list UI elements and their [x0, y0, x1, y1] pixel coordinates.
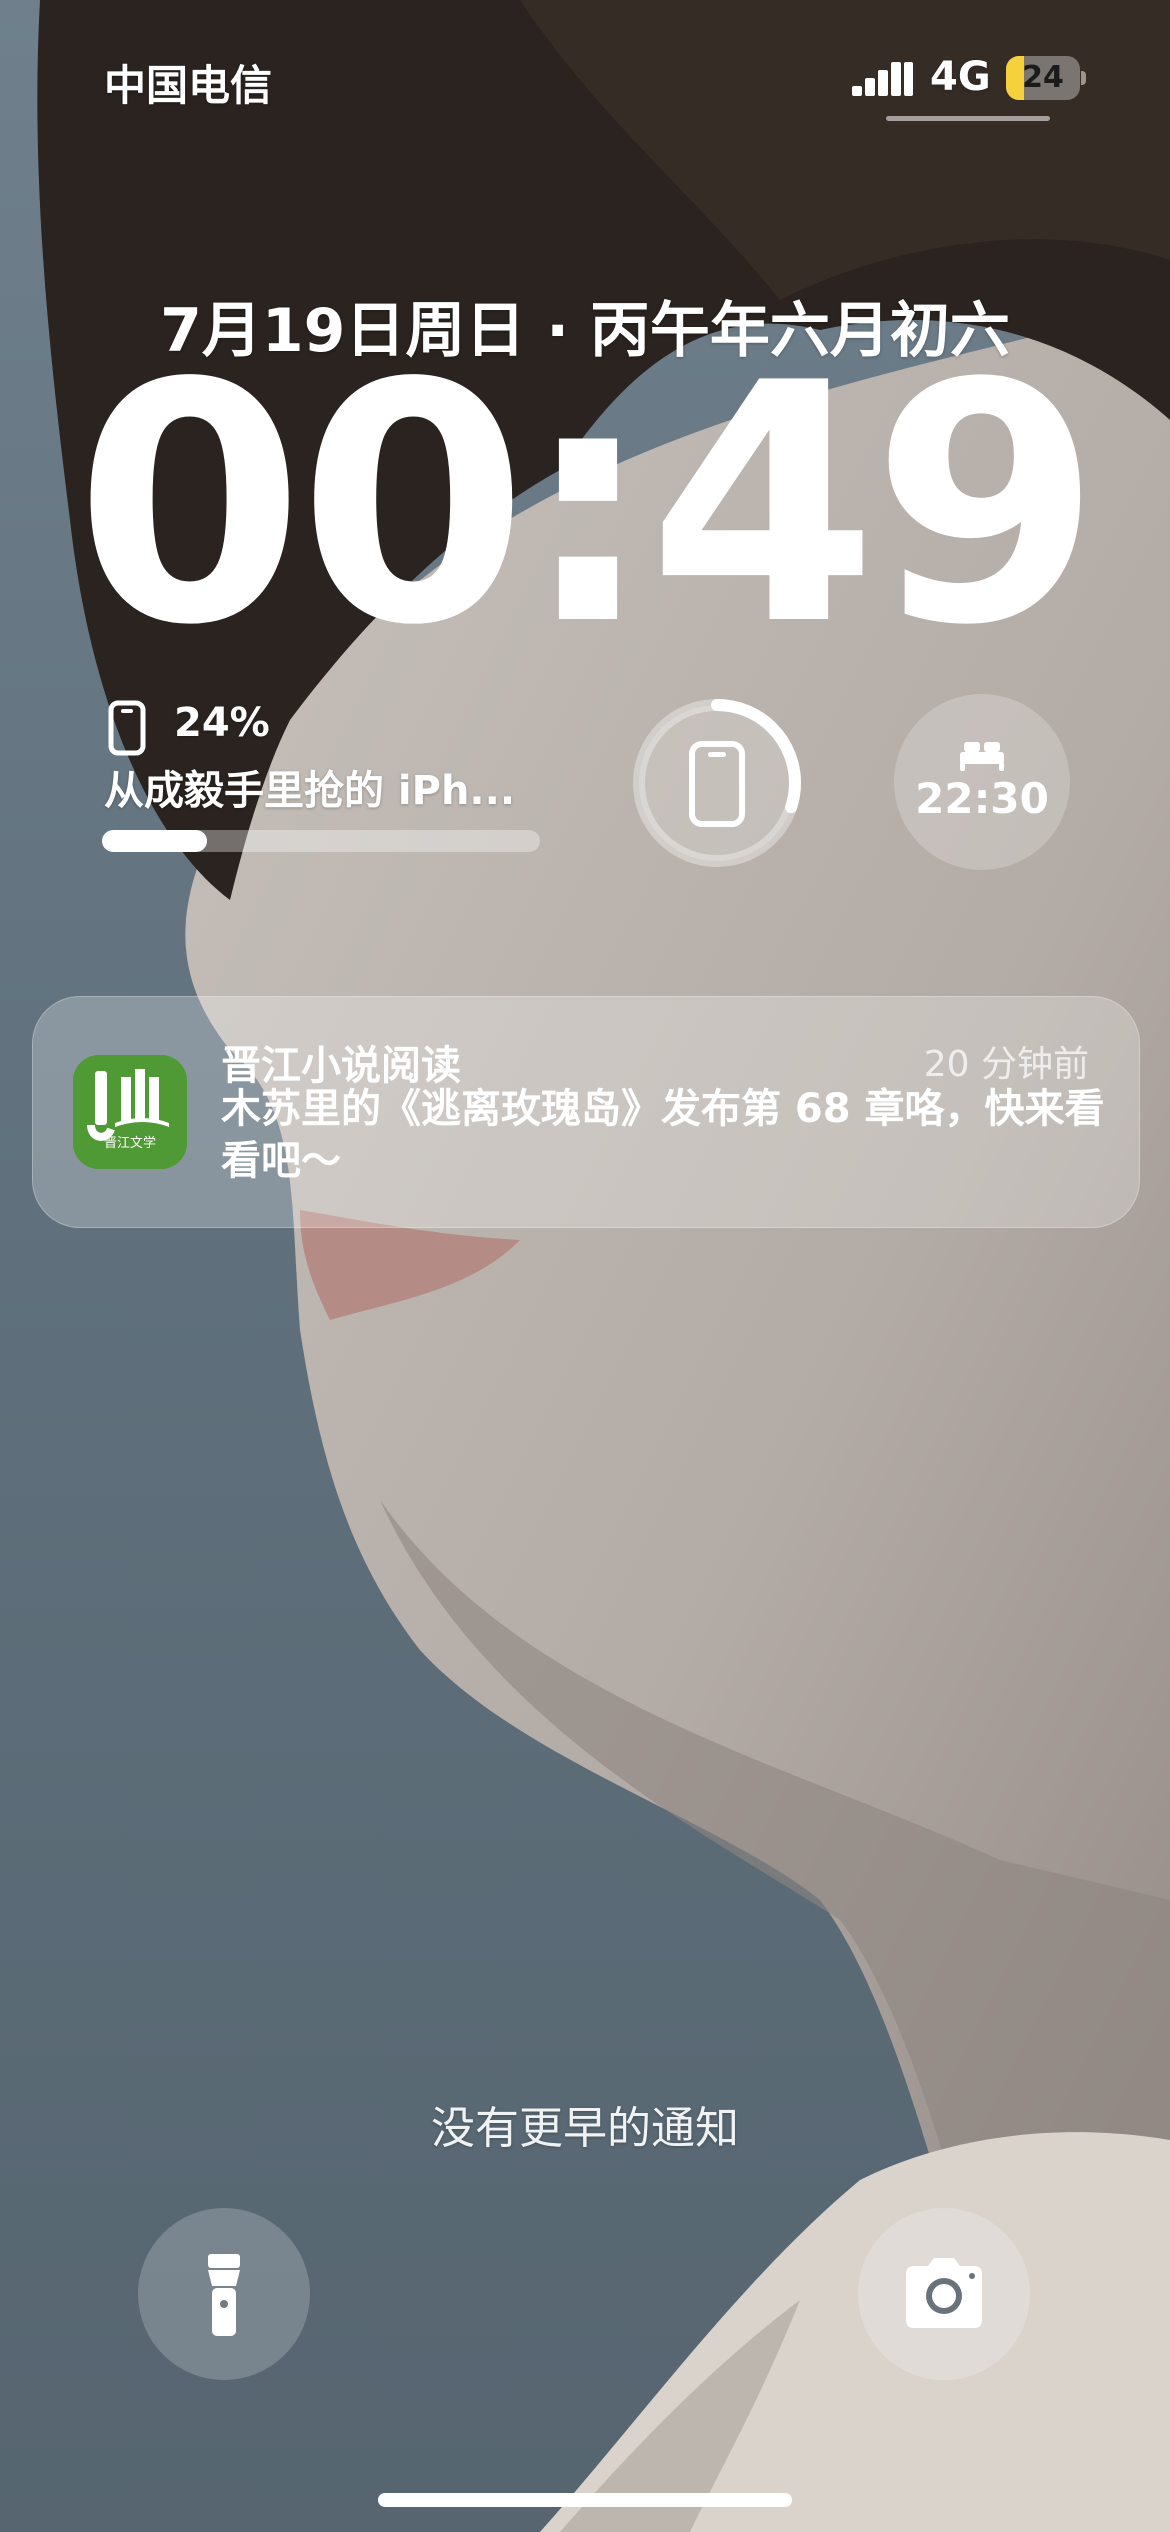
next-alarm-time: 22:30: [915, 774, 1049, 823]
camera-icon: [906, 2258, 982, 2328]
battery-widget-bar-fill: [102, 830, 208, 852]
notification-message: 木苏里的《逃离玫瑰岛》发布第 68 章咯，快来看看吧～: [221, 1086, 1105, 1184]
next-alarm-widget[interactable]: 22:30: [894, 694, 1070, 870]
jinjiang-app-icon: 晋江文学: [73, 1055, 187, 1169]
app-icon-text: 晋江文学: [104, 1135, 156, 1151]
flashlight-button[interactable]: [138, 2208, 310, 2380]
camera-button[interactable]: [858, 2208, 1030, 2380]
battery-widget-bar[interactable]: [102, 830, 540, 852]
battery-widget-percent[interactable]: 24%: [174, 700, 270, 746]
lock-screen-clock: 00:49: [74, 313, 1101, 697]
flashlight-icon: [208, 2254, 240, 2336]
control-center-indicator[interactable]: [886, 116, 1050, 121]
battery-widget-device-name[interactable]: 从成毅手里抢的 iPh...: [104, 758, 515, 816]
network-type-label: 4G: [930, 54, 991, 100]
battery-icon: 24: [1006, 56, 1086, 100]
carrier-label: 中国电信: [104, 61, 273, 110]
no-older-notifications-label: 没有更早的通知: [431, 2103, 739, 2154]
home-indicator[interactable]: [378, 2493, 792, 2507]
cellular-signal-icon: [852, 62, 913, 96]
device-battery-ring-widget[interactable]: [628, 694, 806, 872]
notification-timestamp: 20 分钟前: [923, 1044, 1089, 1085]
notification-card[interactable]: 晋江文学 晋江小说阅读 20 分钟前 木苏里的《逃离玫瑰岛》发布第 68 章咯，…: [32, 996, 1140, 1228]
phone-battery-icon: [108, 700, 146, 756]
bed-icon: [960, 742, 1004, 771]
battery-level-label: 24: [1022, 60, 1064, 95]
